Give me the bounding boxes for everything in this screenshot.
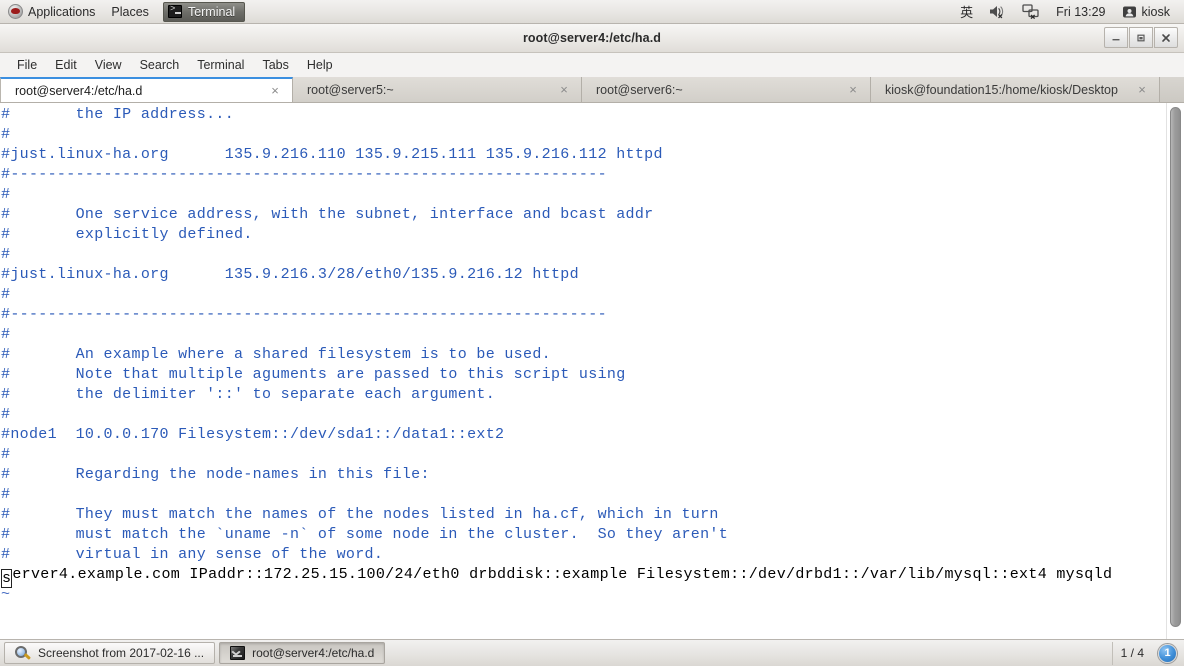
top-panel: Applications Places Terminal 英 <box>0 0 1184 24</box>
terminal-line: # must match the `uname -n` of some node… <box>1 526 729 543</box>
menubar: File Edit View Search Terminal Tabs Help <box>0 53 1184 78</box>
menu-search[interactable]: Search <box>131 55 189 75</box>
tab-label: root@server6:~ <box>596 82 683 97</box>
terminal-line: # Regarding the node-names in this file: <box>1 466 430 483</box>
top-panel-left: Applications Places Terminal <box>0 0 246 24</box>
input-method-indicator[interactable]: 英 <box>952 0 981 24</box>
tab-server6[interactable]: root@server6:~ × <box>582 77 871 102</box>
terminal-line: # One service address, with the subnet, … <box>1 206 654 223</box>
menu-view[interactable]: View <box>86 55 131 75</box>
taskbar-item-terminal[interactable]: root@server4:/etc/ha.d <box>219 642 386 664</box>
screenshot-icon <box>15 645 31 661</box>
vim-status-line: 149,1 Bot <box>0 617 1166 639</box>
workspace-switcher[interactable]: 1 / 4 <box>1111 641 1152 665</box>
volume-muted-icon[interactable] <box>981 0 1014 24</box>
places-menu-label: Places <box>111 4 149 19</box>
network-icon-svg <box>1022 4 1039 19</box>
taskbar-item-screenshot[interactable]: Screenshot from 2017-02-16 ... <box>4 642 216 664</box>
terminal-line: # virtual in any sense of the word. <box>1 546 384 563</box>
menu-help[interactable]: Help <box>298 55 342 75</box>
tab-label: root@server5:~ <box>307 82 394 97</box>
taskbar-item-label: Screenshot from 2017-02-16 ... <box>38 646 205 660</box>
tab-close-icon[interactable]: × <box>557 83 571 97</box>
terminal-line: #node1 10.0.0.170 Filesystem::/dev/sda1:… <box>1 426 505 443</box>
top-panel-right: 英 Fri 13:29 kiosk <box>952 0 1184 24</box>
terminal-view: # the IP address... # #just.linux-ha.org… <box>0 103 1184 639</box>
terminal-line: # the IP address... <box>1 106 235 123</box>
tab-server4[interactable]: root@server4:/etc/ha.d × <box>0 77 293 102</box>
workspace-badge[interactable]: 1 <box>1158 643 1177 663</box>
input-method-label: 英 <box>960 6 974 21</box>
maximize-button[interactable] <box>1129 27 1153 48</box>
terminal-line: # They must match the names of the nodes… <box>1 506 719 523</box>
terminal-line: # <box>1 286 11 303</box>
window-title: root@server4:/etc/ha.d <box>522 31 662 45</box>
menu-edit[interactable]: Edit <box>46 55 86 75</box>
applications-menu-label: Applications <box>28 4 96 19</box>
menu-file[interactable]: File <box>8 55 46 75</box>
applications-menu[interactable]: Applications <box>0 0 103 24</box>
terminal-cursor-line-rest: erver4.example.com IPaddr::172.25.15.100… <box>12 566 1113 583</box>
terminal-line: # An example where a shared filesystem i… <box>1 346 551 363</box>
terminal-window: root@server4:/etc/ha.d File Edit View Se… <box>0 24 1184 639</box>
terminal-line: #---------------------------------------… <box>1 306 607 323</box>
terminal-line: # <box>1 126 11 143</box>
tab-close-icon[interactable]: × <box>268 84 282 98</box>
tab-label: root@server4:/etc/ha.d <box>15 83 143 98</box>
user-icon <box>1122 6 1136 17</box>
tab-foundation15[interactable]: kiosk@foundation15:/home/kiosk/Desktop × <box>871 77 1160 102</box>
terminal-scrollbar[interactable] <box>1166 103 1184 639</box>
menu-tabs[interactable]: Tabs <box>253 55 297 75</box>
menu-terminal[interactable]: Terminal <box>188 55 253 75</box>
taskbar-right: 1 / 4 1 <box>1111 641 1182 665</box>
window-task-terminal[interactable]: Terminal <box>162 1 246 22</box>
terminal-scrollbar-thumb[interactable] <box>1170 107 1181 627</box>
terminal-line: # the delimiter '::' to separate each ar… <box>1 386 496 403</box>
tab-close-icon[interactable]: × <box>1135 83 1149 97</box>
close-button[interactable] <box>1154 27 1178 48</box>
window-task-label: Terminal <box>187 4 236 19</box>
places-menu[interactable]: Places <box>103 0 157 24</box>
terminal-line: # <box>1 406 11 423</box>
redhat-logo-icon <box>8 4 23 19</box>
terminal-line: #just.linux-ha.org 135.9.216.110 135.9.2… <box>1 146 663 163</box>
desktop-screen: Applications Places Terminal 英 <box>0 0 1184 666</box>
volume-muted-icon-svg <box>990 6 1004 19</box>
window-controls <box>1104 27 1178 48</box>
tabbar: root@server4:/etc/ha.d × root@server5:~ … <box>0 77 1184 103</box>
user-menu[interactable]: kiosk <box>1114 0 1178 24</box>
workspace-switcher-label: 1 / 4 <box>1120 646 1144 660</box>
tab-label: kiosk@foundation15:/home/kiosk/Desktop <box>885 82 1118 97</box>
tab-server5[interactable]: root@server5:~ × <box>293 77 582 102</box>
terminal-line: # <box>1 246 11 263</box>
tab-close-icon[interactable]: × <box>846 83 860 97</box>
terminal-icon <box>230 646 246 660</box>
terminal-empty-marker: ~ <box>1 586 11 603</box>
terminal-line: # Note that multiple aguments are passed… <box>1 366 626 383</box>
minimize-button[interactable] <box>1104 27 1128 48</box>
taskbar-item-label: root@server4:/etc/ha.d <box>252 646 375 660</box>
network-disconnected-icon[interactable] <box>1014 0 1048 24</box>
close-icon <box>1162 33 1170 42</box>
clock[interactable]: Fri 13:29 <box>1048 0 1113 24</box>
window-titlebar[interactable]: root@server4:/etc/ha.d <box>0 24 1184 53</box>
terminal-line: #just.linux-ha.org 135.9.216.3/28/eth0/1… <box>1 266 579 283</box>
tabbar-filler <box>1160 77 1184 102</box>
terminal-line: # <box>1 486 11 503</box>
terminal-icon <box>167 4 182 18</box>
terminal-line: # explicitly defined. <box>1 226 253 243</box>
bottom-taskbar: Screenshot from 2017-02-16 ... root@serv… <box>0 639 1184 666</box>
clock-label: Fri 13:29 <box>1056 4 1106 19</box>
terminal-line: #---------------------------------------… <box>1 166 607 183</box>
terminal-line: # <box>1 326 11 343</box>
minimize-icon <box>1112 38 1120 40</box>
user-menu-label: kiosk <box>1141 4 1170 19</box>
terminal-cursor-line: server4.example.com IPaddr::172.25.15.10… <box>0 565 1166 588</box>
terminal-line: # <box>1 186 11 203</box>
terminal-line: # <box>1 446 11 463</box>
maximize-icon <box>1137 34 1145 41</box>
terminal-output[interactable]: # the IP address... # #just.linux-ha.org… <box>0 103 1166 639</box>
